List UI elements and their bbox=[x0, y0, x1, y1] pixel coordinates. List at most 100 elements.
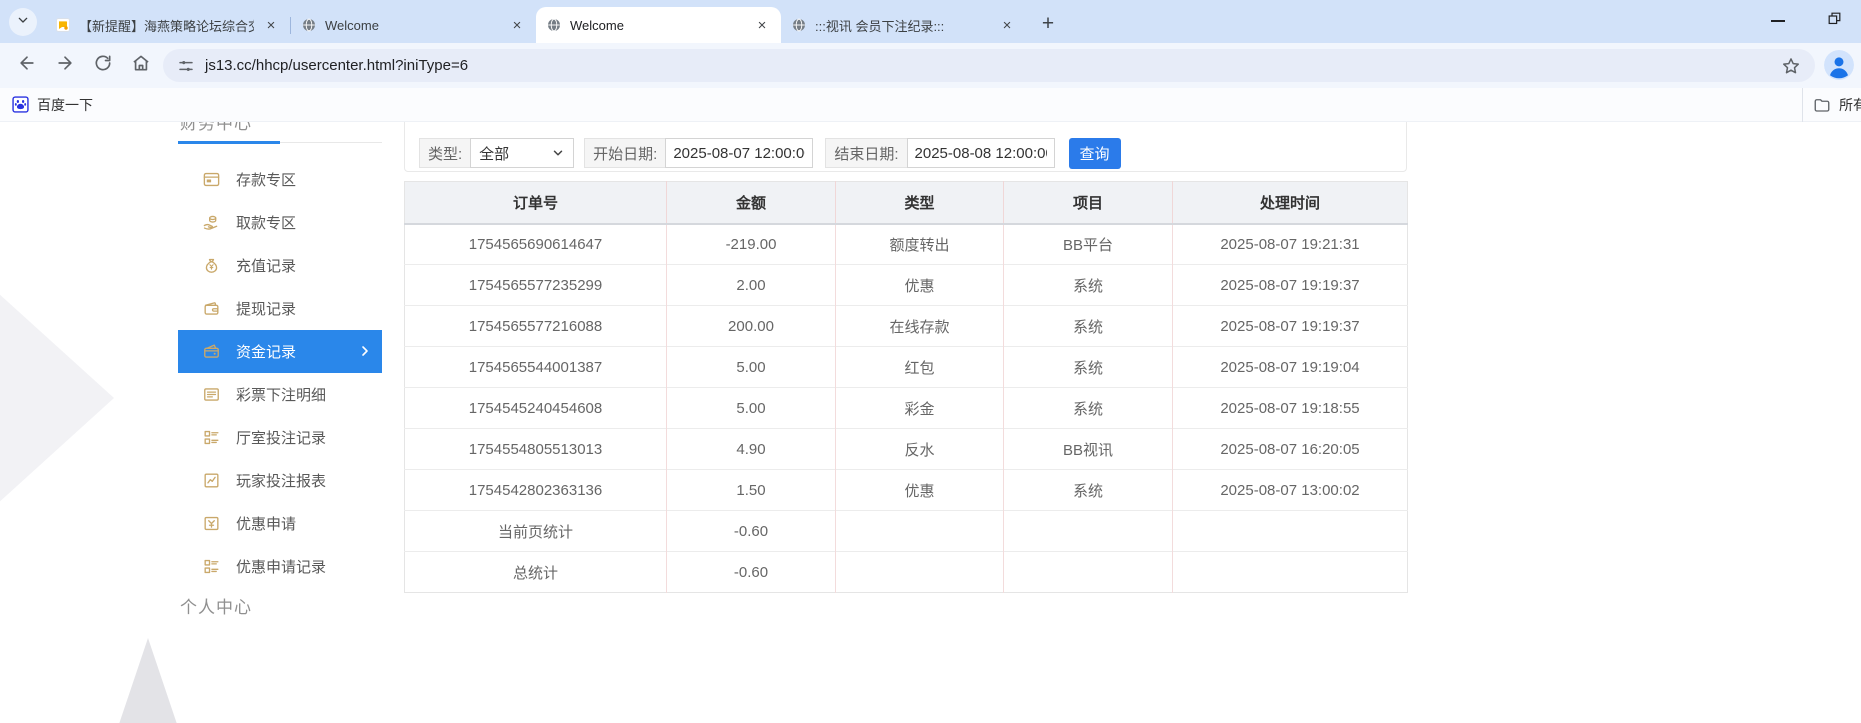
main-content: 类型: 全部 开始日期: 结束日期: 查询 订单号金额类型项目处理时间 1754… bbox=[404, 122, 1408, 723]
tab-close-icon[interactable]: × bbox=[998, 16, 1016, 34]
sidebar-item-label: 玩家投注报表 bbox=[236, 473, 327, 490]
reload-button[interactable] bbox=[88, 51, 118, 81]
site-settings-icon[interactable] bbox=[177, 57, 195, 75]
cell: 1754542802363136 bbox=[404, 469, 667, 511]
report-chart-icon bbox=[202, 471, 221, 490]
sidebar-item-player-bet-report[interactable]: 玩家投注报表 bbox=[178, 459, 382, 502]
bookmark-star-icon[interactable] bbox=[1781, 56, 1801, 76]
cell: 1754545240454608 bbox=[404, 387, 667, 429]
forward-button[interactable] bbox=[50, 51, 80, 81]
wallet-icon bbox=[202, 299, 221, 318]
table-row: 1754565577216088 200.00 在线存款 系统 2025-08-07 1… bbox=[404, 305, 1408, 347]
sidebar-item-withdraw-records[interactable]: 提现记录 bbox=[178, 287, 382, 330]
column-header: 处理时间 bbox=[1172, 181, 1408, 225]
lottery-list-icon bbox=[202, 385, 221, 404]
column-header: 类型 bbox=[835, 181, 1004, 225]
cell bbox=[1003, 551, 1173, 593]
tab[interactable]: Welcome × bbox=[291, 7, 536, 43]
sidebar-item-label: 存款专区 bbox=[236, 172, 297, 189]
deposit-card-icon bbox=[202, 170, 221, 189]
type-select[interactable]: 全部 bbox=[470, 138, 575, 168]
tab[interactable]: 【新提醒】海燕策略论坛综合交 × bbox=[45, 7, 290, 43]
cell: 1754565577235299 bbox=[404, 264, 667, 306]
sidebar-item-funds-records[interactable]: 资金记录 bbox=[178, 330, 382, 373]
cell: -0.60 bbox=[666, 510, 836, 552]
cell bbox=[1172, 510, 1408, 552]
all-bookmarks-button[interactable]: 所有 bbox=[1802, 88, 1861, 122]
reload-icon bbox=[93, 53, 113, 78]
cell: 系统 bbox=[1003, 305, 1173, 347]
cell: 当前页统计 bbox=[404, 510, 667, 552]
restore-icon bbox=[1826, 10, 1843, 32]
cell: 1754565577216088 bbox=[404, 305, 667, 347]
table-row: 1754545240454608 5.00 彩金 系统 2025-08-07 19:18… bbox=[404, 387, 1408, 429]
query-button[interactable]: 查询 bbox=[1068, 137, 1121, 169]
cell: 彩金 bbox=[835, 387, 1004, 429]
sidebar-section-personal: 个人中心 bbox=[180, 598, 252, 617]
start-date-input[interactable] bbox=[665, 138, 814, 168]
cell: 优惠 bbox=[835, 469, 1004, 511]
url-text: js13.cc/hhcp/usercenter.html?iniType=6 bbox=[205, 57, 469, 74]
cell: 在线存款 bbox=[835, 305, 1004, 347]
select-caret-icon bbox=[551, 146, 565, 160]
browser-tabstrip: 【新提醒】海燕策略论坛综合交 × Welcome × Welcome ×:::视讯 会员下… bbox=[0, 0, 1861, 43]
cell: 系统 bbox=[1003, 346, 1173, 388]
tab-close-icon[interactable]: × bbox=[262, 16, 280, 34]
tab-close-icon[interactable]: × bbox=[508, 16, 526, 34]
cell: 2025-08-07 19:19:04 bbox=[1172, 346, 1408, 388]
type-select-value: 全部 bbox=[479, 145, 510, 163]
sidebar-item-label: 彩票下注明细 bbox=[236, 387, 327, 404]
sidebar-item-label: 优惠申请记录 bbox=[236, 559, 327, 576]
background-triangle bbox=[0, 282, 114, 514]
table-row: 1754565690614647 -219.00 额度转出 BB平台 2025-08-0… bbox=[404, 223, 1408, 265]
sidebar-item-label: 取款专区 bbox=[236, 215, 297, 232]
cell: 5.00 bbox=[666, 346, 836, 388]
cell: 系统 bbox=[1003, 264, 1173, 306]
sidebar-item-deposit-zone[interactable]: 存款专区 bbox=[178, 158, 382, 201]
sidebar-item-label: 优惠申请 bbox=[236, 516, 297, 533]
new-tab-button[interactable]: + bbox=[1034, 10, 1062, 38]
globe-favicon-icon bbox=[301, 17, 317, 33]
back-button[interactable] bbox=[12, 51, 42, 81]
tab-list: 【新提醒】海燕策略论坛综合交 × Welcome × Welcome ×:::视讯 会员下… bbox=[45, 7, 1062, 43]
all-bookmarks-label: 所有 bbox=[1839, 97, 1861, 113]
cell: 2025-08-07 19:18:55 bbox=[1172, 387, 1408, 429]
home-button[interactable] bbox=[126, 51, 156, 81]
cell: 4.90 bbox=[666, 428, 836, 470]
tab[interactable]: :::视讯 会员下注纪录::: × bbox=[781, 7, 1026, 43]
restore-button[interactable] bbox=[1821, 8, 1847, 34]
sidebar-item-label: 资金记录 bbox=[236, 344, 297, 361]
table-header-row: 订单号 金额 类型 项目 处理时间 bbox=[404, 181, 1408, 225]
folder-icon bbox=[1813, 96, 1831, 114]
background-triangle bbox=[116, 638, 180, 723]
cell: 优惠 bbox=[835, 264, 1004, 306]
end-date-input[interactable] bbox=[906, 138, 1055, 168]
bookmark-baidu[interactable]: 百度一下 bbox=[12, 95, 93, 115]
address-bar[interactable]: js13.cc/hhcp/usercenter.html?iniType=6 bbox=[163, 49, 1815, 82]
minimize-button[interactable] bbox=[1765, 8, 1791, 34]
page-content: 财务中心 存款专区 取款专区 充值记录 提现记录 资金记录 彩票下注明细 厅室投注记录 玩家投… bbox=[0, 122, 1861, 723]
sidebar-item-promo-apply-records[interactable]: 优惠申请记录 bbox=[178, 545, 382, 588]
sidebar-item-promo-apply[interactable]: 优惠申请 bbox=[178, 502, 382, 545]
sidebar-item-recharge-records[interactable]: 充值记录 bbox=[178, 244, 382, 287]
sidebar-item-room-bet-records[interactable]: 厅室投注记录 bbox=[178, 416, 382, 459]
tab-active[interactable]: Welcome × bbox=[536, 7, 781, 43]
promo-icon bbox=[202, 514, 221, 533]
globe-favicon-icon bbox=[791, 17, 807, 33]
cell bbox=[835, 510, 1004, 552]
cell: 1754554805513013 bbox=[404, 428, 667, 470]
cell: 2.00 bbox=[666, 264, 836, 306]
sidebar-item-withdraw-zone[interactable]: 取款专区 bbox=[178, 201, 382, 244]
tab-close-icon[interactable]: × bbox=[753, 16, 771, 34]
table-row: 1754542802363136 1.50 优惠 系统 2025-08-07 13:00… bbox=[404, 469, 1408, 511]
sidebar-item-lottery-bet-details[interactable]: 彩票下注明细 bbox=[178, 373, 382, 416]
profile-avatar[interactable] bbox=[1824, 50, 1854, 80]
minimize-icon bbox=[1771, 20, 1785, 22]
cell: 1754565690614647 bbox=[404, 223, 667, 265]
tab-search-button[interactable] bbox=[9, 8, 37, 36]
cell: 2025-08-07 13:00:02 bbox=[1172, 469, 1408, 511]
cell: 2025-08-07 19:19:37 bbox=[1172, 264, 1408, 306]
browser-toolbar: js13.cc/hhcp/usercenter.html?iniType=6 bbox=[0, 43, 1861, 88]
cell: 2025-08-07 19:19:37 bbox=[1172, 305, 1408, 347]
active-section-underline bbox=[178, 141, 280, 144]
